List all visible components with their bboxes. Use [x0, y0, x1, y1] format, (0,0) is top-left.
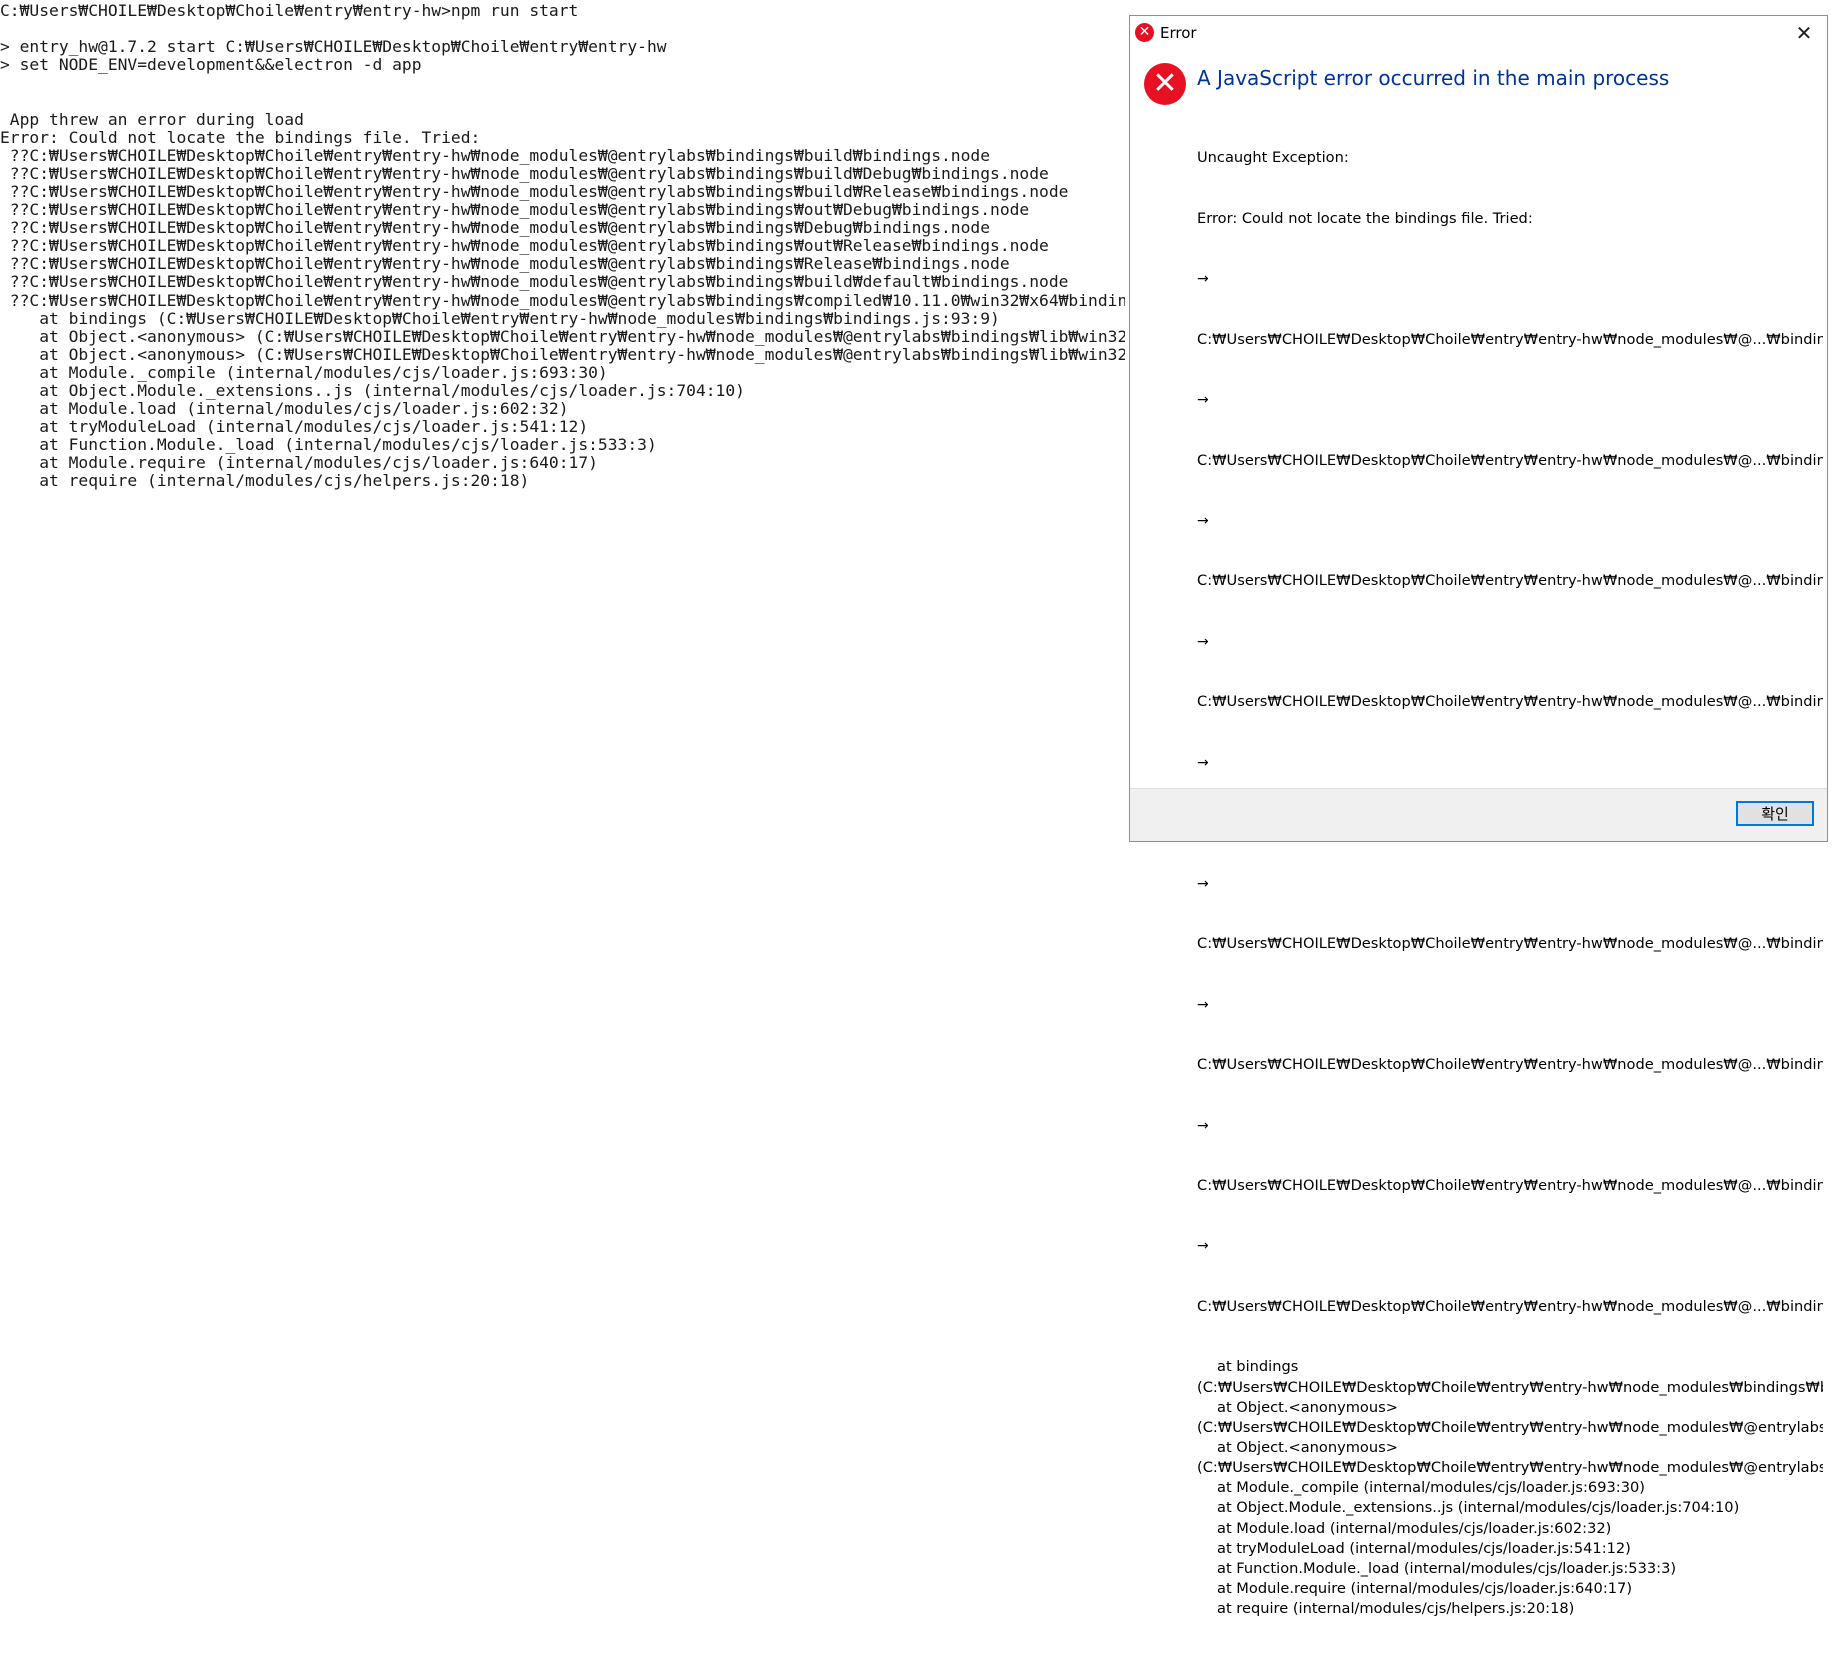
console-line: at Object.Module._extensions..js (intern…: [0, 380, 745, 400]
tried-path: C:₩Users₩CHOILE₩Desktop₩Choile₩entry₩ent…: [1197, 935, 1823, 953]
error-dialog: ✕ Error ✕ ✕ A JavaScript error occurred …: [1129, 15, 1828, 1617]
tried-arrow: →: [1197, 633, 1209, 650]
console-line: ??C:₩Users₩CHOILE₩Desktop₩Choile₩entry₩e…: [0, 145, 991, 165]
dialog-title: Error: [1160, 24, 1197, 42]
stack-line: at Module.require (internal/modules/cjs/…: [1217, 1579, 1633, 1597]
tried-arrow: →: [1197, 1238, 1209, 1255]
console-line: at Function.Module._load (internal/modul…: [0, 435, 657, 455]
console-line: Error: Could not locate the bindings fil…: [0, 127, 481, 147]
stack-line: at Module._compile (internal/modules/cjs…: [1217, 1479, 1645, 1497]
console-line: App threw an error during load: [0, 109, 304, 129]
tried-path: C:₩Users₩CHOILE₩Desktop₩Choile₩entry₩ent…: [1197, 1056, 1823, 1074]
dialog-footer: 확인: [1130, 788, 1827, 841]
console-line: at Object.<anonymous> (C:₩Users₩CHOILE₩D…: [0, 326, 1125, 346]
console-line: at tryModuleLoad (internal/modules/cjs/l…: [0, 417, 589, 437]
tried-path: C:₩Users₩CHOILE₩Desktop₩Choile₩entry₩ent…: [1197, 1297, 1823, 1315]
error-message: Uncaught Exception: Error: Could not loc…: [1197, 108, 1823, 1660]
console-line: ??C:₩Users₩CHOILE₩Desktop₩Choile₩entry₩e…: [0, 163, 1049, 183]
exception-label: Uncaught Exception:: [1197, 149, 1349, 167]
console-line: ??C:₩Users₩CHOILE₩Desktop₩Choile₩entry₩e…: [0, 181, 1069, 201]
tried-arrow: →: [1197, 513, 1209, 530]
error-line: Error: Could not locate the bindings fil…: [1197, 209, 1533, 227]
stack-line: at tryModuleLoad (internal/modules/cjs/l…: [1217, 1539, 1631, 1557]
console-line: ??C:₩Users₩CHOILE₩Desktop₩Choile₩entry₩e…: [0, 200, 1030, 220]
tried-path: C:₩Users₩CHOILE₩Desktop₩Choile₩entry₩ent…: [1197, 693, 1823, 711]
tried-arrow: →: [1197, 875, 1209, 892]
stack-line: at Object.<anonymous>: [1217, 1438, 1398, 1456]
console-output: C:₩Users₩CHOILE₩Desktop₩Choile₩entry₩ent…: [0, 2, 1125, 857]
tried-path: C:₩Users₩CHOILE₩Desktop₩Choile₩entry₩ent…: [1197, 572, 1823, 590]
ok-button[interactable]: 확인: [1736, 801, 1814, 826]
tried-path: C:₩Users₩CHOILE₩Desktop₩Choile₩entry₩ent…: [1197, 451, 1823, 469]
console-line: ??C:₩Users₩CHOILE₩Desktop₩Choile₩entry₩e…: [0, 218, 991, 238]
tried-arrow: →: [1197, 271, 1209, 288]
tried-arrow: →: [1197, 1117, 1209, 1134]
stack-trace: at bindings (C:₩Users₩CHOILE₩Desktop₩Choi…: [1197, 1357, 1823, 1619]
stack-line: at Object.<anonymous>: [1217, 1398, 1398, 1416]
stack-line: at Function.Module._load (internal/modul…: [1217, 1559, 1677, 1577]
stack-line: (C:₩Users₩CHOILE₩Desktop₩Choile₩entry₩en…: [1197, 1459, 1823, 1477]
dialog-heading: A JavaScript error occurred in the main …: [1197, 66, 1670, 90]
tried-arrow: →: [1197, 996, 1209, 1013]
console-line: > set NODE_ENV=development&&electron -d …: [0, 55, 422, 75]
stack-line: (C:₩Users₩CHOILE₩Desktop₩Choile₩entry₩en…: [1197, 1378, 1823, 1396]
stack-line: at Object.Module._extensions..js (intern…: [1217, 1499, 1740, 1517]
console-line: ??C:₩Users₩CHOILE₩Desktop₩Choile₩entry₩e…: [0, 290, 1125, 310]
console-line: C:₩Users₩CHOILE₩Desktop₩Choile₩entry₩ent…: [0, 2, 579, 20]
dialog-titlebar: ✕ Error ✕: [1130, 16, 1827, 50]
tried-path: C:₩Users₩CHOILE₩Desktop₩Choile₩entry₩ent…: [1197, 330, 1823, 348]
stack-line: at bindings: [1217, 1358, 1299, 1376]
stack-line: (C:₩Users₩CHOILE₩Desktop₩Choile₩entry₩en…: [1197, 1418, 1823, 1436]
close-icon[interactable]: ✕: [1781, 16, 1827, 50]
console-line: > entry_hw@1.7.2 start C:₩Users₩CHOILE₩D…: [0, 37, 667, 57]
console-line: ??C:₩Users₩CHOILE₩Desktop₩Choile₩entry₩e…: [0, 254, 1010, 274]
console-line: at Object.<anonymous> (C:₩Users₩CHOILE₩D…: [0, 344, 1125, 364]
tried-arrow: →: [1197, 392, 1209, 409]
console-line: at bindings (C:₩Users₩CHOILE₩Desktop₩Cho…: [0, 308, 1000, 328]
console-line: at Module.require (internal/modules/cjs/…: [0, 453, 598, 473]
console-line: at Module.load (internal/modules/cjs/loa…: [0, 399, 569, 419]
tried-arrow: →: [1197, 754, 1209, 771]
stack-line: at Module.load (internal/modules/cjs/loa…: [1217, 1519, 1612, 1537]
stack-line: at require (internal/modules/cjs/helpers…: [1217, 1600, 1575, 1618]
console-line: ??C:₩Users₩CHOILE₩Desktop₩Choile₩entry₩e…: [0, 272, 1069, 292]
error-icon: ✕: [1144, 63, 1186, 105]
tried-path: C:₩Users₩CHOILE₩Desktop₩Choile₩entry₩ent…: [1197, 1177, 1823, 1195]
console-line: at require (internal/modules/cjs/helpers…: [0, 471, 530, 491]
console-line: at Module._compile (internal/modules/cjs…: [0, 362, 608, 382]
error-icon: ✕: [1135, 23, 1154, 42]
console-line: ??C:₩Users₩CHOILE₩Desktop₩Choile₩entry₩e…: [0, 236, 1049, 256]
